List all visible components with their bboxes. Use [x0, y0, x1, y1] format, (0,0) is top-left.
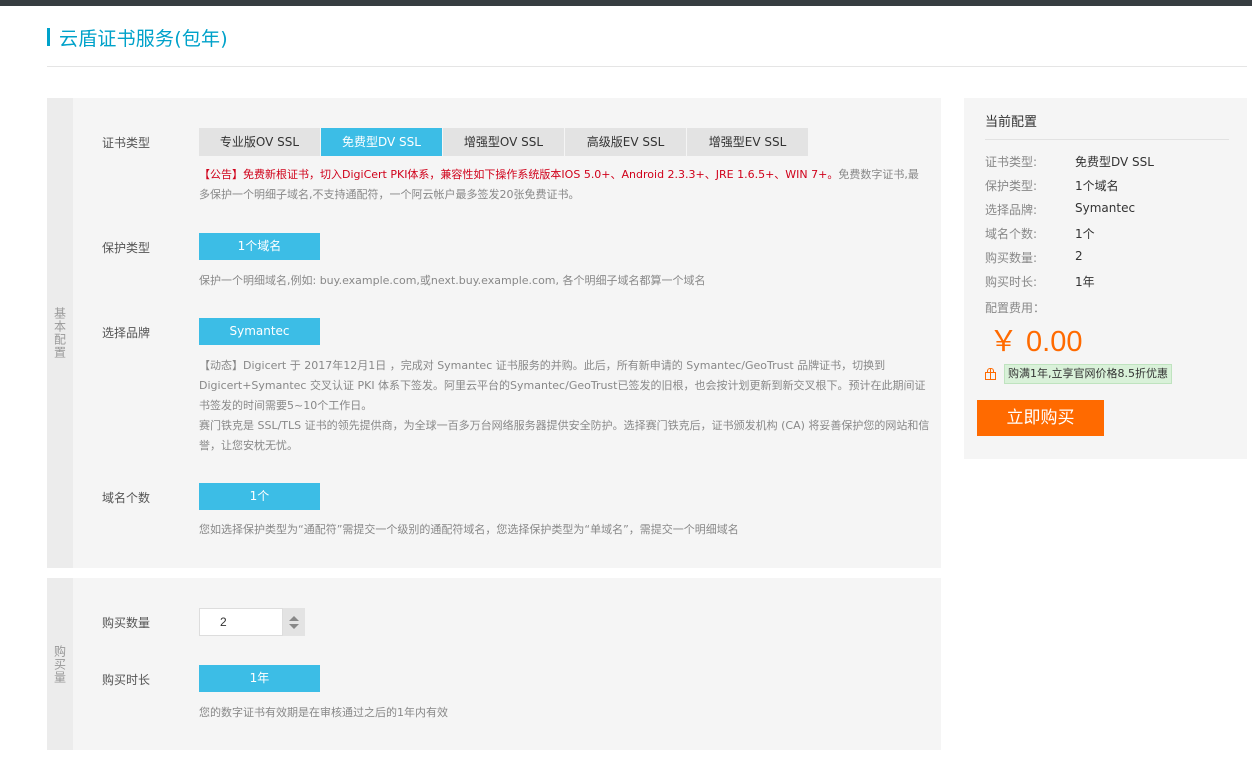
brand-option[interactable]: Symantec	[199, 318, 320, 345]
promo-row: 购满1年,立享官网价格8.5折优惠	[984, 364, 1172, 384]
duration-help: 您的数字证书有效期是在审核通过之后的1年内有效	[199, 706, 448, 719]
decrement-arrow-icon[interactable]	[289, 623, 299, 629]
quantity-input[interactable]: 2	[199, 608, 283, 636]
protect-type-help: 保护一个明细域名,例如: buy.example.com,或next.buy.e…	[199, 274, 706, 287]
basic-config-panel: 基本配置 证书类型 专业版OV SSL 免费型DV SSL 增强型OV SSL …	[47, 98, 941, 568]
summary-divider	[985, 139, 1229, 140]
purchase-panel: 购买量 购买数量 2 购买时长 1年 您的数字证书有效期是在审核通过之后的1年内…	[47, 578, 941, 750]
domain-count-option[interactable]: 1个	[199, 483, 320, 510]
cert-type-notice: 【公告】免费新根证书，切入DigiCert PKI体系，兼容性如下操作系统版本I…	[199, 165, 929, 205]
section-label-basic: 基本配置	[52, 307, 67, 359]
page-header: 云盾证书服务(包年)	[47, 26, 228, 50]
promo-badge: 购满1年,立享官网价格8.5折优惠	[1004, 364, 1172, 384]
domain-count-label: 域名个数	[102, 491, 151, 505]
quantity-label: 购买数量	[102, 616, 151, 630]
protect-type-label: 保护类型	[102, 241, 151, 255]
domain-count-help: 您如选择保护类型为“通配符”需提交一个级别的通配符域名，您选择保护类型为“单域名…	[199, 523, 739, 536]
summary-row-duration: 购买时长: 1年	[985, 275, 1095, 289]
summary-row-brand: 选择品牌: Symantec	[985, 201, 1136, 217]
cert-type-label: 证书类型	[102, 136, 151, 150]
brand-desc-intro: 赛门铁克是 SSL/TLS 证书的领先提供商，为全球一百多万台网络服务器提供安全…	[199, 419, 930, 452]
current-config-card: 当前配置 证书类型: 免费型DV SSL 保护类型: 1个域名 选择品牌: Syman…	[964, 98, 1247, 459]
summary-row-protect-type: 保护类型: 1个域名	[985, 179, 1119, 193]
tab-free-dv-ssl[interactable]: 免费型DV SSL	[321, 128, 443, 156]
summary-row-quantity: 购买数量: 2	[985, 249, 1083, 265]
summary-title: 当前配置	[985, 115, 1038, 130]
brand-label: 选择品牌	[102, 326, 151, 340]
tab-enhanced-ev-ssl[interactable]: 增强型EV SSL	[687, 128, 809, 156]
fee-label: 配置费用：	[985, 301, 1046, 315]
duration-label: 购买时长	[102, 673, 151, 687]
stepper-arrows	[283, 608, 305, 636]
summary-row-domain-count: 域名个数: 1个	[985, 227, 1095, 241]
quantity-stepper: 2	[199, 608, 305, 636]
brand-description: 【动态】Digicert 于 2017年12月1日 ，完成对 Symantec …	[199, 356, 934, 456]
summary-row-cert-type: 证书类型: 免费型DV SSL	[985, 155, 1154, 169]
price-value: ￥ 0.00	[989, 326, 1083, 358]
tab-enhanced-ov-ssl[interactable]: 增强型OV SSL	[443, 128, 565, 156]
gift-icon	[984, 367, 997, 381]
protect-type-option[interactable]: 1个域名	[199, 233, 320, 260]
increment-arrow-icon[interactable]	[289, 615, 299, 621]
buy-now-button[interactable]: 立即购买	[977, 400, 1104, 436]
section-label-purchase: 购买量	[52, 644, 67, 684]
title-accent-bar	[47, 28, 50, 46]
cert-type-tabs: 专业版OV SSL 免费型DV SSL 增强型OV SSL 高级版EV SSL …	[199, 128, 809, 156]
title-divider	[47, 66, 1247, 67]
brand-desc-news: 【动态】Digicert 于 2017年12月1日 ，完成对 Symantec …	[199, 359, 926, 412]
tab-advanced-ev-ssl[interactable]: 高级版EV SSL	[565, 128, 687, 156]
top-bar	[0, 0, 1252, 6]
page-title: 云盾证书服务(包年)	[59, 27, 228, 50]
duration-option[interactable]: 1年	[199, 665, 320, 692]
notice-red-text: 【公告】免费新根证书，切入DigiCert PKI体系，兼容性如下操作系统版本I…	[199, 168, 839, 181]
tab-pro-ov-ssl[interactable]: 专业版OV SSL	[199, 128, 321, 156]
